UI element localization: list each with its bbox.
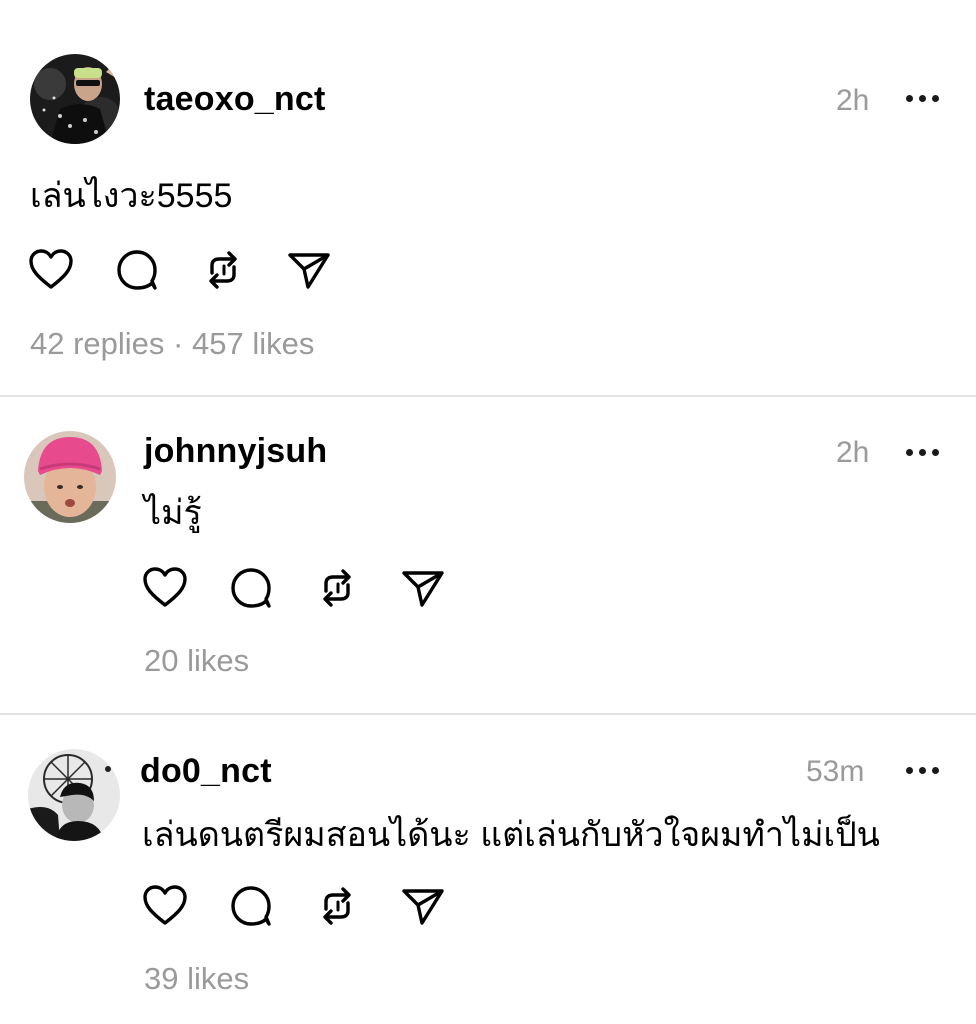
more-icon[interactable] — [906, 767, 940, 777]
avatar[interactable] — [28, 749, 120, 841]
heart-icon[interactable] — [28, 247, 74, 293]
more-icon[interactable] — [906, 449, 940, 459]
timestamp: 2h — [836, 84, 870, 117]
post-stats: 42 replies · 457 likes — [30, 326, 314, 362]
action-bar — [142, 883, 462, 927]
repost-icon[interactable] — [200, 247, 246, 293]
share-icon[interactable] — [286, 247, 332, 293]
timestamp: 2h — [836, 436, 870, 469]
comment-icon[interactable] — [228, 565, 274, 611]
stats-separator: · — [164, 326, 192, 361]
more-icon[interactable] — [906, 95, 940, 105]
comment-icon[interactable] — [114, 247, 160, 293]
post-text: ไม่รู้ — [144, 494, 202, 532]
repost-icon[interactable] — [314, 565, 360, 611]
likes-count[interactable]: 457 likes — [192, 326, 314, 361]
post-stats: 20 likes — [144, 643, 249, 679]
post-do0: do0_nct 53m เล่นดนตรีผมสอนได้นะ แต่เล่นก… — [0, 715, 976, 1024]
comment-icon[interactable] — [228, 883, 274, 929]
post-text: เล่นไงวะ5555 — [30, 177, 233, 215]
likes-count[interactable]: 20 likes — [144, 643, 249, 678]
username[interactable]: taeoxo_nct — [144, 80, 326, 119]
username[interactable]: do0_nct — [140, 752, 272, 791]
share-icon[interactable] — [400, 883, 446, 929]
share-icon[interactable] — [400, 565, 446, 611]
post-text: เล่นดนตรีผมสอนได้นะ แต่เล่นกับหัวใจผมทำไ… — [142, 816, 880, 854]
post-taeoxo: taeoxo_nct 2h เล่นไงวะ5555 42 replies · … — [0, 0, 976, 396]
heart-icon[interactable] — [142, 565, 188, 611]
heart-icon[interactable] — [142, 883, 188, 929]
action-bar — [142, 565, 462, 609]
action-bar — [28, 247, 348, 291]
likes-count[interactable]: 39 likes — [144, 961, 249, 996]
avatar[interactable] — [30, 54, 120, 144]
post-stats: 39 likes — [144, 961, 249, 997]
replies-count[interactable]: 42 replies — [30, 326, 164, 361]
post-johnnyjsuh: johnnyjsuh 2h ไม่รู้ 20 likes — [0, 397, 976, 713]
avatar[interactable] — [24, 431, 116, 523]
repost-icon[interactable] — [314, 883, 360, 929]
username[interactable]: johnnyjsuh — [144, 432, 327, 471]
timestamp: 53m — [806, 755, 865, 788]
